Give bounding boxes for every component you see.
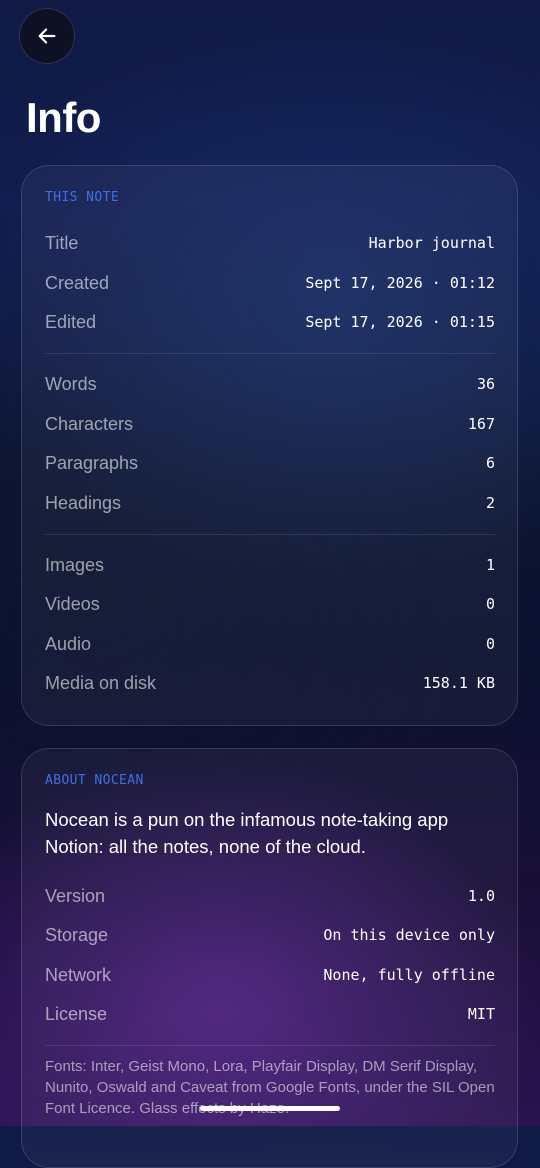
row-value: 1.0 xyxy=(467,887,495,905)
row-value: MIT xyxy=(467,1005,495,1023)
info-row-network: Network None, fully offline xyxy=(45,960,495,990)
row-value: 158.1 KB xyxy=(422,674,495,692)
row-value: 36 xyxy=(476,375,495,393)
arrow-left-icon xyxy=(36,25,58,47)
row-label: Edited xyxy=(45,311,97,332)
about-description: Nocean is a pun on the infamous note-tak… xyxy=(45,809,449,857)
info-row-version: Version 1.0 xyxy=(45,881,495,911)
row-label: Media on disk xyxy=(45,672,157,693)
divider xyxy=(45,1045,495,1046)
page-title: Info xyxy=(26,94,101,141)
divider xyxy=(45,353,495,354)
info-row-words: Words 36 xyxy=(45,369,495,399)
info-row-paragraphs: Paragraphs 6 xyxy=(45,448,495,478)
row-label: Videos xyxy=(45,593,100,614)
row-label: Created xyxy=(45,272,110,293)
info-row-edited: Edited Sept 17, 2026 · 01:15 xyxy=(45,307,495,337)
info-row-license: License MIT xyxy=(45,999,495,1029)
row-label: Words xyxy=(45,373,97,394)
row-label: Images xyxy=(45,554,105,575)
back-button[interactable] xyxy=(19,8,75,64)
row-value: Harbor journal xyxy=(368,234,495,252)
info-row-audio: Audio 0 xyxy=(45,629,495,659)
row-label: Characters xyxy=(45,413,134,434)
info-row-created: Created Sept 17, 2026 · 01:12 xyxy=(45,268,495,298)
row-label: Network xyxy=(45,964,112,985)
row-label: Audio xyxy=(45,633,92,654)
this-note-card: THIS NOTE Title Harbor journal Created S… xyxy=(21,165,518,726)
info-row-images: Images 1 xyxy=(45,550,495,580)
divider xyxy=(45,534,495,535)
row-value: 167 xyxy=(467,415,495,433)
row-value: None, fully offline xyxy=(323,966,495,984)
row-label: License xyxy=(45,1003,108,1024)
row-value: 1 xyxy=(485,556,495,574)
info-row-videos: Videos 0 xyxy=(45,589,495,619)
row-value: 0 xyxy=(485,595,495,613)
info-row-characters: Characters 167 xyxy=(45,409,495,439)
row-value: 6 xyxy=(485,454,495,472)
row-label: Paragraphs xyxy=(45,452,139,473)
home-indicator[interactable] xyxy=(200,1106,340,1111)
row-value: Sept 17, 2026 · 01:12 xyxy=(305,274,495,292)
row-value: On this device only xyxy=(323,926,495,944)
info-row-headings: Headings 2 xyxy=(45,488,495,518)
row-value: 0 xyxy=(485,635,495,653)
row-value: 2 xyxy=(485,494,495,512)
section-label-about: ABOUT NOCEAN xyxy=(45,773,144,788)
row-label: Storage xyxy=(45,924,109,945)
row-label: Title xyxy=(45,232,79,253)
row-value: Sept 17, 2026 · 01:15 xyxy=(305,313,495,331)
section-label-this-note: THIS NOTE xyxy=(45,190,120,205)
info-row-title: Title Harbor journal xyxy=(45,228,495,258)
about-nocean-card: ABOUT NOCEAN Nocean is a pun on the infa… xyxy=(21,748,518,1168)
info-row-storage: Storage On this device only xyxy=(45,920,495,950)
row-label: Version xyxy=(45,885,106,906)
row-label: Headings xyxy=(45,492,122,513)
info-row-media-on-disk: Media on disk 158.1 KB xyxy=(45,668,495,698)
